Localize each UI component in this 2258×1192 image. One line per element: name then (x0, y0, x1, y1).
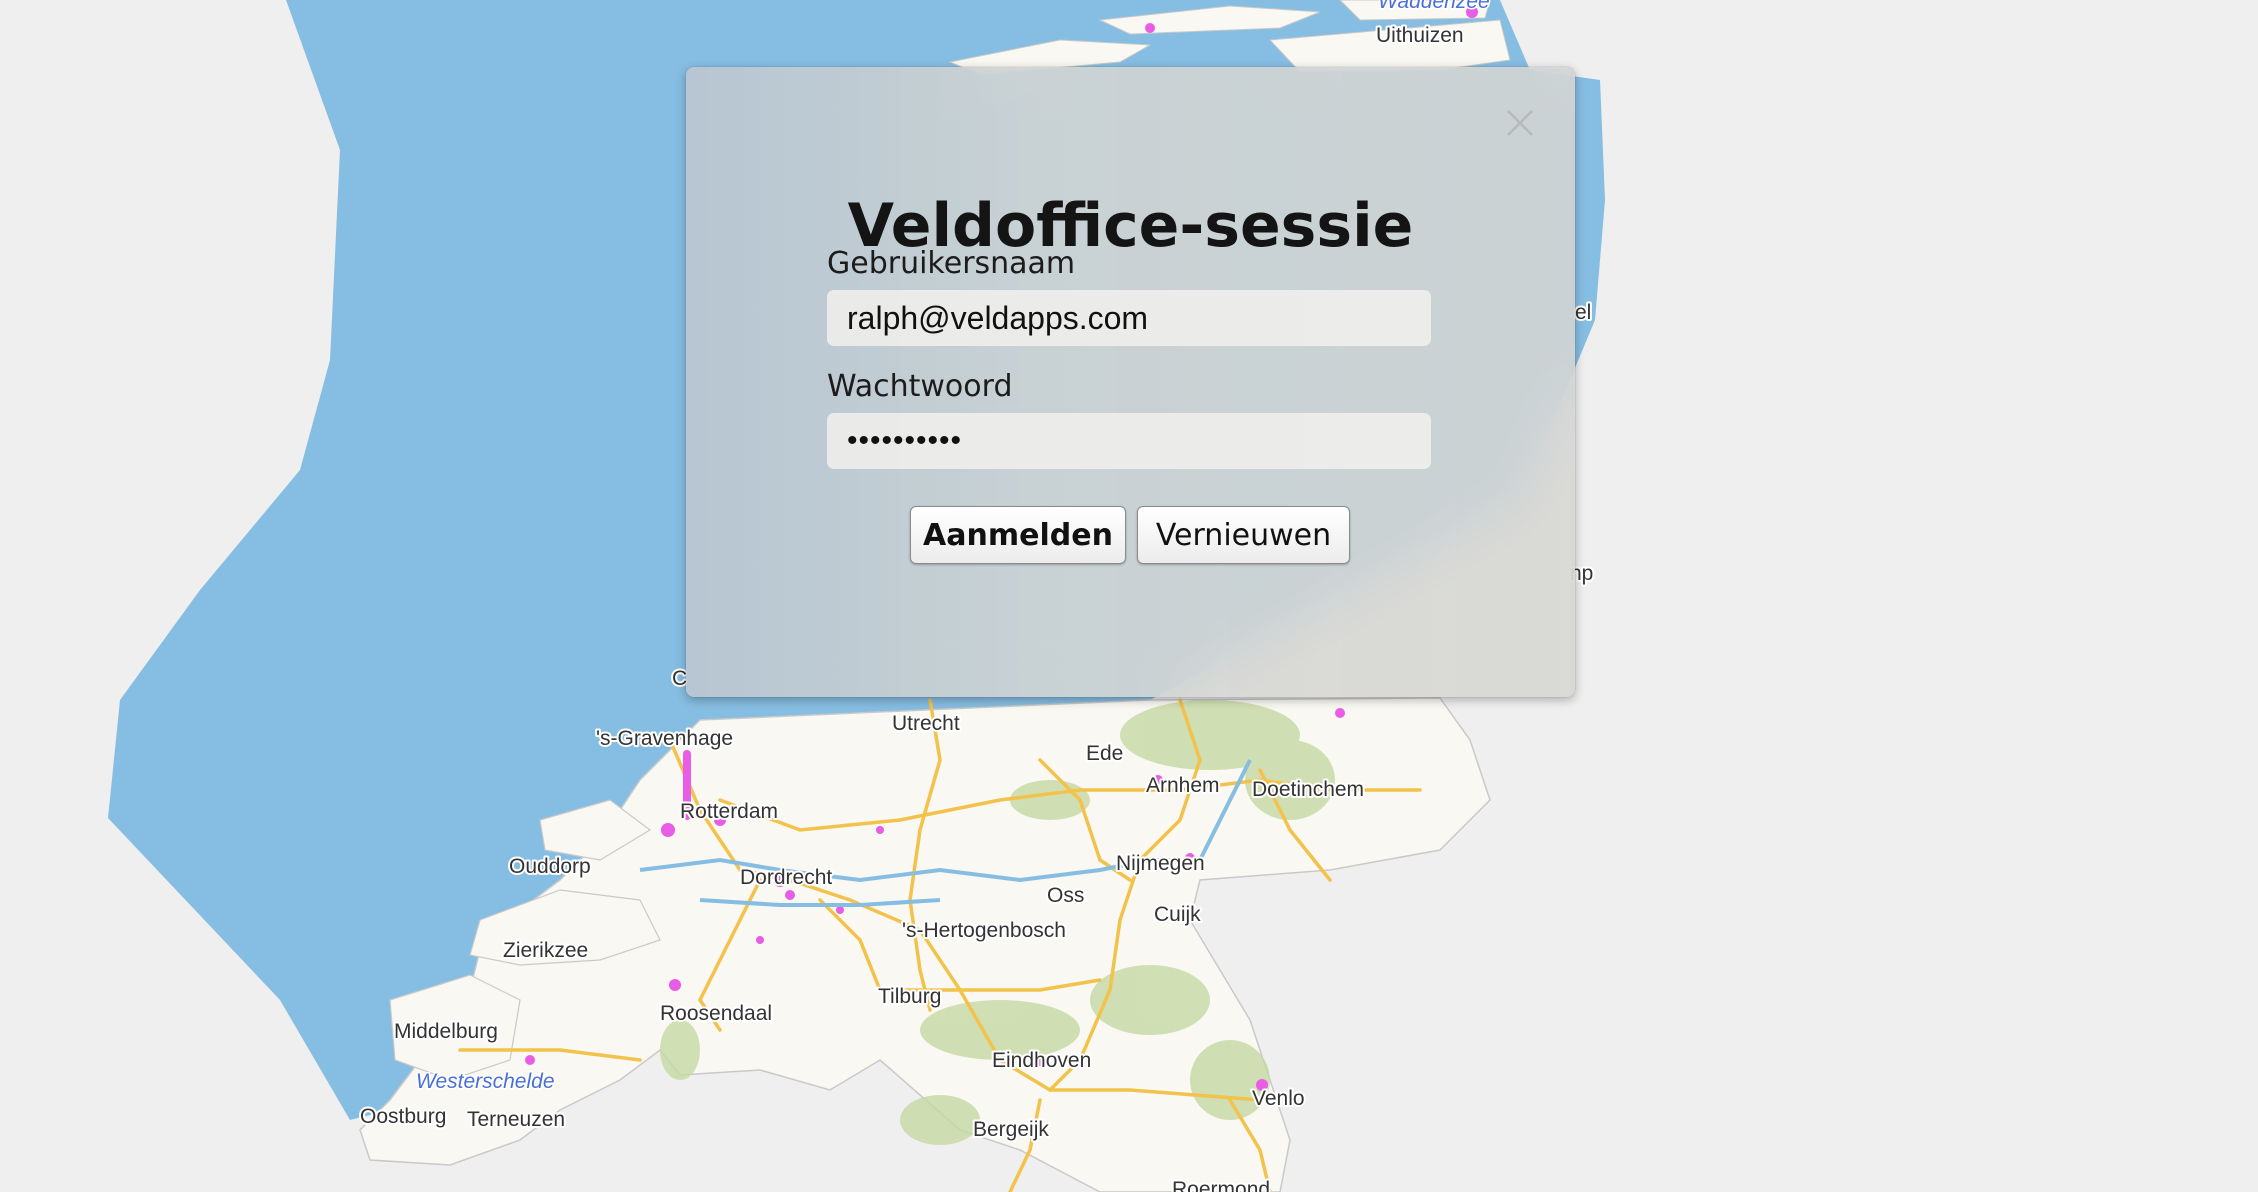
label-den-bosch: 's-Hertogenbosch (902, 919, 1066, 942)
login-dialog: Veldoffice-sessie Gebruikersnaam Wachtwo… (686, 67, 1575, 697)
label-roermond: Roermond (1172, 1178, 1270, 1192)
label-tilburg: Tilburg (878, 985, 941, 1008)
password-field[interactable] (827, 413, 1431, 469)
login-button[interactable]: Aanmelden (910, 506, 1126, 564)
label-venlo: Venlo (1252, 1087, 1305, 1110)
label-cuijk: Cuijk (1154, 903, 1201, 926)
username-label: Gebruikersnaam (827, 246, 1076, 281)
label-rotterdam: Rotterdam (680, 800, 778, 823)
label-oostburg: Oostburg (360, 1105, 446, 1128)
label-roosendaal: Roosendaal (660, 1002, 772, 1025)
label-eindhoven: Eindhoven (992, 1049, 1091, 1072)
label-partial-el: el (1575, 301, 1591, 324)
label-doetinchem: Doetinchem (1252, 778, 1364, 801)
label-ouddorp: Ouddorp (509, 855, 591, 878)
label-oss: Oss (1047, 884, 1084, 907)
label-terneuzen: Terneuzen (467, 1108, 565, 1131)
password-label: Wachtwoord (827, 369, 1013, 404)
label-middelburg: Middelburg (394, 1020, 498, 1043)
label-dordrecht: Dordrecht (740, 866, 832, 889)
label-bergeijk: Bergeijk (973, 1118, 1049, 1141)
label-arnhem: Arnhem (1146, 774, 1220, 797)
label-den-haag: 's-Gravenhage (596, 727, 733, 750)
dialog-frost-overlay (686, 67, 1575, 697)
label-westerschelde: Westerschelde (416, 1070, 555, 1093)
label-zierikzee: Zierikzee (503, 939, 588, 962)
dialog-title: Veldoffice-sessie (847, 191, 1414, 261)
label-ede: Ede (1086, 742, 1123, 765)
label-nijmegen: Nijmegen (1116, 852, 1205, 875)
close-icon[interactable] (1504, 107, 1536, 139)
label-utrecht: Utrecht (892, 712, 960, 735)
username-field[interactable] (827, 290, 1431, 346)
label-waddenzee: Waddenzee (1378, 0, 1490, 13)
label-partial-c: C (672, 667, 687, 690)
renew-button[interactable]: Vernieuwen (1137, 506, 1350, 564)
label-uithuizen: Uithuizen (1376, 24, 1464, 47)
